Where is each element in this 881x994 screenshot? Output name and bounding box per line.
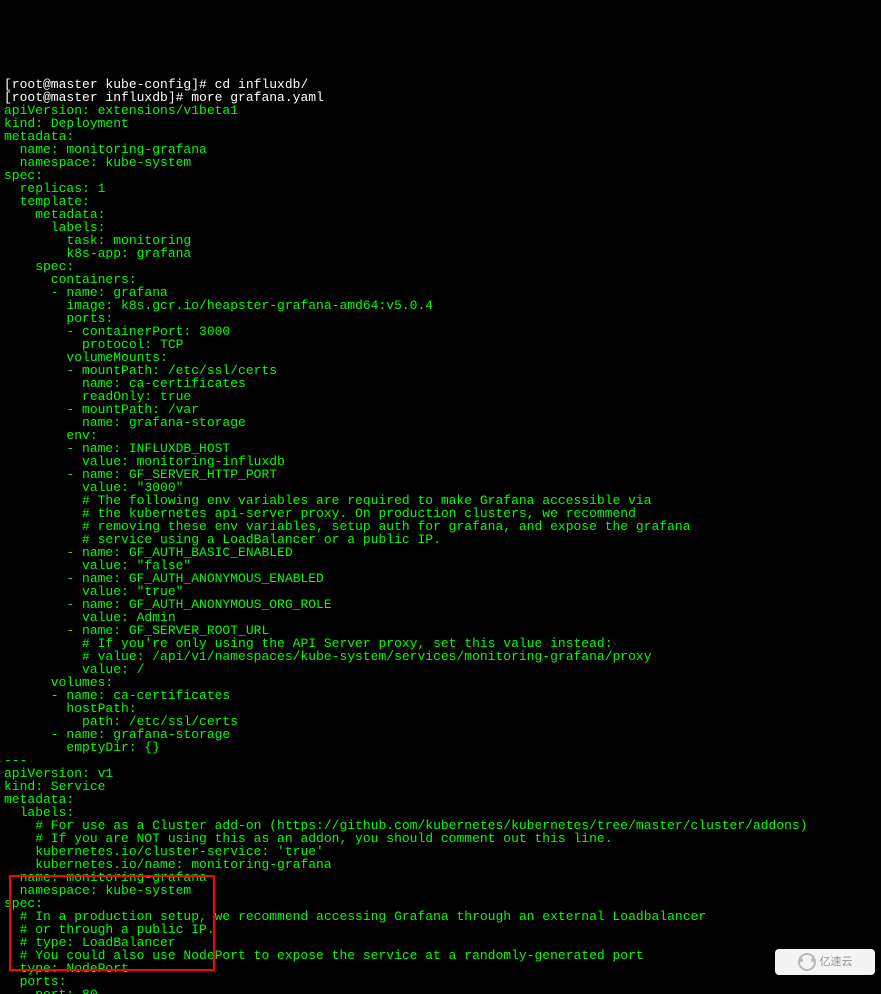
watermark-text: 亿速云 <box>820 956 853 969</box>
terminal[interactable]: [root@master kube-config]# cd influxdb/ … <box>0 65 881 994</box>
watermark-logo-icon <box>798 953 816 971</box>
yaml-output: apiVersion: extensions/v1beta1 kind: Dep… <box>4 104 877 994</box>
watermark-badge: 亿速云 <box>775 949 875 975</box>
